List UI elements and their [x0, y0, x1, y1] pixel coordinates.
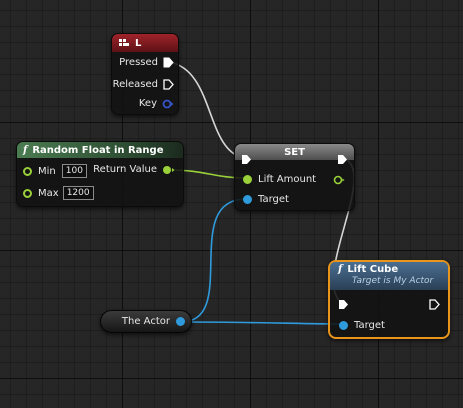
lift-amount-float-pin[interactable] — [243, 175, 252, 184]
set-target-pin-row[interactable]: Target — [243, 194, 289, 205]
random-node-title: Random Float in Range — [32, 144, 164, 156]
key-pin-row[interactable]: Key — [139, 98, 174, 109]
liftcube-exec-out-pin[interactable] — [429, 299, 440, 310]
min-pin-row[interactable]: Min 100 — [23, 164, 87, 178]
random-node-header: f Random Float in Range — [17, 142, 183, 158]
liftcube-target-pin-row[interactable]: Target — [339, 320, 385, 331]
released-pin-row[interactable]: Released — [113, 79, 174, 90]
min-label: Min — [38, 165, 56, 177]
return-value-label: Return Value — [93, 164, 157, 175]
min-value-field[interactable]: 100 — [61, 164, 87, 178]
set-exec-in-pin[interactable] — [241, 154, 252, 165]
key-struct-pin[interactable] — [162, 99, 174, 109]
function-icon: f — [338, 264, 343, 275]
set-target-label: Target — [258, 194, 289, 205]
max-pin-row[interactable]: Max 1200 — [23, 186, 94, 200]
keyboard-icon — [119, 39, 129, 46]
lift-cube-node[interactable]: f Lift Cube Target is My Actor Target — [328, 260, 450, 339]
lift-cube-title: Lift Cube — [347, 264, 399, 275]
return-value-pin-row[interactable]: Return Value — [93, 164, 175, 175]
function-icon: f — [23, 144, 28, 156]
lift-cube-subtitle: Target is My Actor — [352, 276, 434, 286]
the-actor-label: The Actor — [121, 316, 170, 327]
input-key-event-node[interactable]: L Pressed Released Key — [111, 33, 179, 115]
released-label: Released — [112, 79, 158, 90]
input-node-title: L — [135, 37, 142, 49]
set-node-title: SET — [284, 146, 305, 158]
liftcube-target-label: Target — [354, 320, 385, 331]
max-label: Max — [38, 187, 59, 199]
pressed-pin-row[interactable]: Pressed — [119, 57, 174, 68]
random-float-node[interactable]: f Random Float in Range Min 100 Max 1200… — [16, 141, 184, 207]
lift-cube-header: f Lift Cube Target is My Actor — [330, 262, 448, 290]
object-wire-actor-to-set-target — [180, 198, 247, 323]
set-exec-out-pin[interactable] — [337, 154, 348, 165]
pressed-exec-pin[interactable] — [163, 57, 174, 68]
set-variable-node[interactable]: SET Lift Amount Target — [234, 143, 355, 211]
the-actor-getter-node[interactable]: The Actor — [100, 310, 192, 333]
lift-amount-output-pin[interactable] — [333, 175, 345, 185]
max-float-pin[interactable] — [23, 188, 32, 198]
released-exec-pin[interactable] — [163, 79, 174, 90]
liftcube-target-object-pin[interactable] — [339, 321, 348, 330]
min-float-pin[interactable] — [23, 166, 32, 176]
lift-amount-label: Lift Amount — [258, 174, 317, 185]
return-value-float-pin[interactable] — [162, 165, 175, 175]
input-node-header: L — [112, 34, 178, 52]
max-value-field[interactable]: 1200 — [62, 186, 94, 200]
the-actor-object-pin[interactable] — [176, 317, 185, 326]
lift-amount-pin-row[interactable]: Lift Amount — [243, 174, 316, 185]
set-target-object-pin[interactable] — [243, 195, 252, 204]
object-wire-actor-to-liftcube-target — [180, 321, 343, 325]
liftcube-exec-in-pin[interactable] — [338, 299, 349, 310]
key-label: Key — [138, 98, 157, 109]
pressed-label: Pressed — [119, 57, 158, 68]
